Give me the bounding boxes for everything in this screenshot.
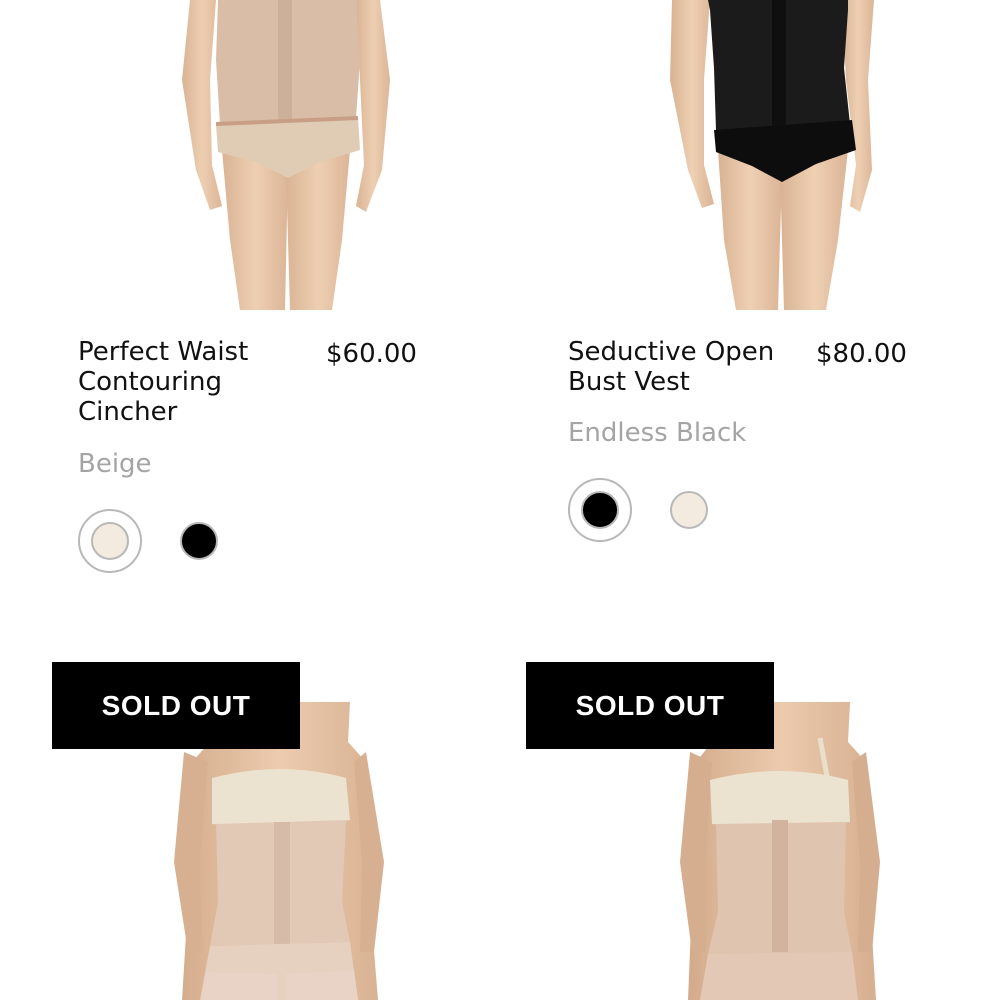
selected-color-name: Endless Black [568, 418, 747, 448]
product-image[interactable] [660, 0, 890, 310]
swatch-beige[interactable] [91, 522, 129, 560]
model-photo [670, 0, 874, 310]
sold-out-badge: SOLD OUT [52, 662, 300, 749]
product-image[interactable] [160, 0, 410, 310]
product-card[interactable]: Perfect Waist Contouring Cincher $60.00 … [0, 0, 500, 620]
swatch-beige[interactable] [670, 491, 708, 529]
swatch-endless-black[interactable] [581, 491, 619, 529]
sold-out-badge: SOLD OUT [526, 662, 774, 749]
product-price: $60.00 [326, 339, 417, 369]
product-card[interactable]: SOLD OUT [0, 662, 500, 1000]
selected-color-name: Beige [78, 449, 152, 479]
product-card[interactable]: Seductive Open Bust Vest $80.00 Endless … [500, 0, 1000, 620]
product-price: $80.00 [816, 339, 907, 369]
swatch-black[interactable] [180, 522, 218, 560]
product-title[interactable]: Seductive Open Bust Vest [568, 337, 788, 397]
product-title[interactable]: Perfect Waist Contouring Cincher [78, 337, 278, 427]
product-card[interactable]: SOLD OUT [500, 662, 1000, 1000]
model-photo [182, 0, 390, 310]
